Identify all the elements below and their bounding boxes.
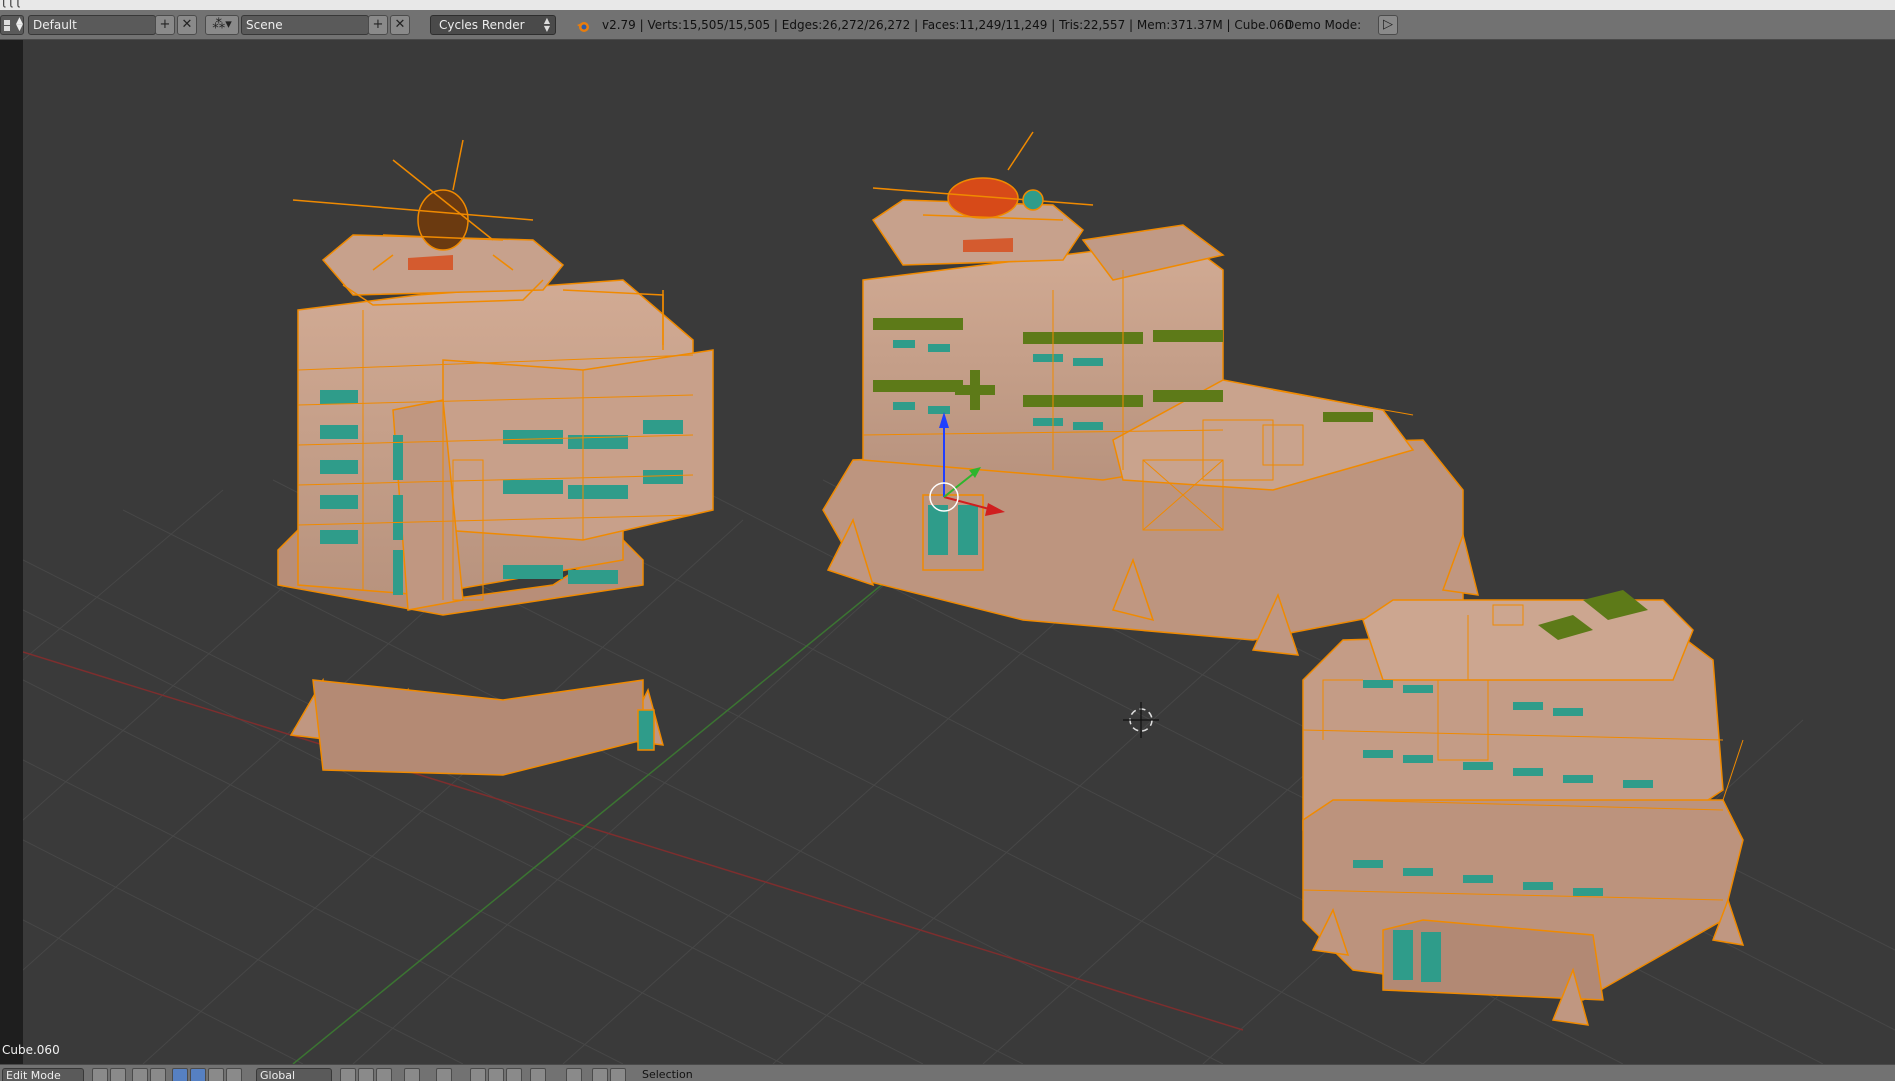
opengl-render-button[interactable]: [566, 1068, 582, 1081]
plus-icon: +: [159, 17, 171, 32]
info-header: ▲ ▼ Default + ✕ ⁂▾ Scene + ✕ Cycles Rende…: [0, 10, 1895, 40]
mode-dropdown[interactable]: Edit Mode: [2, 1068, 84, 1081]
viewport-shading-button[interactable]: [92, 1068, 108, 1081]
add-layout-button[interactable]: +: [155, 15, 175, 35]
render-engine-label: Cycles Render: [439, 18, 525, 32]
edge-select-button[interactable]: [488, 1068, 504, 1081]
viewport-header: Edit Mode Global Selection: [0, 1064, 1895, 1081]
render-preview-button[interactable]: [610, 1068, 626, 1081]
delete-scene-button[interactable]: ✕: [390, 15, 410, 35]
pivot-arrows-icon[interactable]: [150, 1068, 166, 1081]
snap-toggle-button[interactable]: [436, 1068, 452, 1081]
blender-logo-icon: [577, 22, 589, 32]
manipulator-toggle-button[interactable]: [172, 1068, 188, 1081]
active-object-name: Cube.060: [2, 1043, 60, 1057]
tower-building-left[interactable]: [277, 234, 714, 776]
render-engine-dropdown[interactable]: Cycles Render ▲ ▼: [430, 15, 556, 35]
menu-bar-text: ɭ ɭ ɭ: [2, 0, 20, 8]
demo-play-button[interactable]: ▷: [1378, 15, 1398, 35]
translate-manipulator-button[interactable]: [190, 1068, 206, 1081]
3d-cursor[interactable]: [1123, 702, 1159, 738]
scene-icon: ⁂▾: [212, 17, 232, 32]
tool-shelf-edge[interactable]: [0, 40, 24, 1064]
menu-bar-edge: ɭ ɭ ɭ: [0, 0, 1895, 10]
layer-button[interactable]: [358, 1068, 374, 1081]
viewport-canvas[interactable]: [23, 40, 1895, 1064]
shading-arrows-icon[interactable]: [110, 1068, 126, 1081]
pivot-point-button[interactable]: [132, 1068, 148, 1081]
selection-label: Selection: [642, 1068, 693, 1081]
delete-layout-button[interactable]: ✕: [177, 15, 197, 35]
render-animation-button[interactable]: [592, 1068, 608, 1081]
scene-name-field[interactable]: Scene: [241, 15, 369, 35]
screen-layout-field[interactable]: Default: [28, 15, 156, 35]
editor-grid-icon: [4, 20, 10, 25]
layer-button[interactable]: [340, 1068, 356, 1081]
rotate-manipulator-button[interactable]: [208, 1068, 224, 1081]
updown-arrows-icon: ▲ ▼: [543, 16, 550, 33]
proportional-edit-button[interactable]: [404, 1068, 420, 1081]
occlude-geometry-button[interactable]: [530, 1068, 546, 1081]
vertex-select-button[interactable]: [470, 1068, 486, 1081]
transform-orientation-dropdown[interactable]: Global: [256, 1068, 332, 1081]
helipad-marking: [963, 238, 1013, 252]
editor-type-selector[interactable]: ▲ ▼: [0, 15, 24, 35]
updown-arrows-icon: ▲ ▼: [16, 16, 23, 33]
3d-viewport[interactable]: [23, 40, 1895, 1064]
face-select-button[interactable]: [506, 1068, 522, 1081]
scene-statistics: v2.79 | Verts:15,505/15,505 | Edges:26,2…: [602, 18, 1293, 32]
scale-manipulator-button[interactable]: [226, 1068, 242, 1081]
close-icon: ✕: [394, 17, 406, 32]
command-building-middle[interactable]: [822, 199, 1479, 656]
close-icon: ✕: [181, 17, 193, 32]
scene-browse-button[interactable]: ⁂▾: [205, 15, 239, 35]
barracks-building-right[interactable]: [1302, 590, 1745, 1026]
plus-icon: +: [372, 17, 384, 32]
add-scene-button[interactable]: +: [368, 15, 388, 35]
y-axis-line: [292, 534, 944, 1064]
play-icon: ▷: [1383, 17, 1393, 32]
demo-mode-label: Demo Mode:: [1285, 18, 1362, 32]
layer-button[interactable]: [376, 1068, 392, 1081]
